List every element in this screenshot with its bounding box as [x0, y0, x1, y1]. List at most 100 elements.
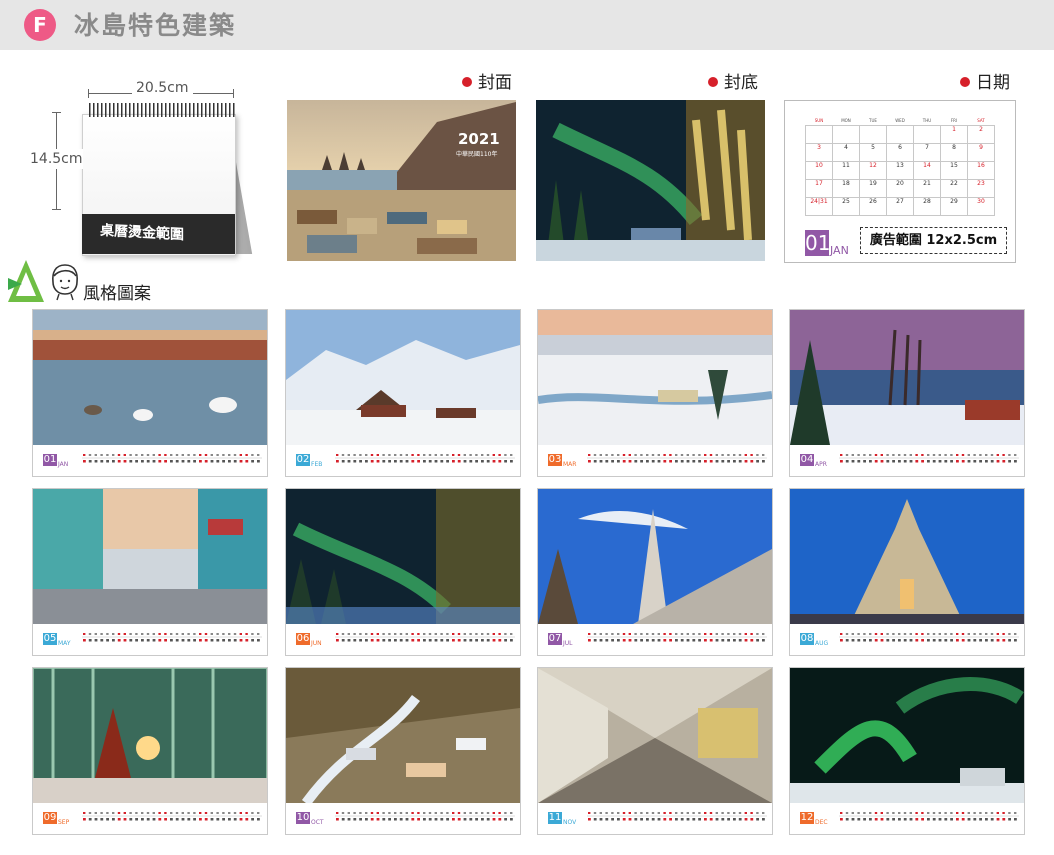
day-tick	[257, 818, 260, 821]
day-cell: 2	[967, 125, 995, 144]
weekday-tick	[686, 633, 689, 635]
day-tick	[961, 460, 965, 463]
weekday-tick	[756, 454, 759, 456]
weekday-tick	[83, 633, 86, 635]
day-tick	[411, 818, 415, 821]
weekday-tick	[251, 633, 254, 635]
weekday-tick	[257, 454, 260, 456]
weekday-tick	[228, 812, 231, 814]
day-tick	[463, 639, 467, 642]
day-cell: 15	[940, 161, 968, 180]
month-name: NOV	[563, 819, 577, 826]
day-tick	[938, 639, 942, 642]
day-tick	[463, 818, 467, 821]
day-tick	[909, 818, 913, 821]
weekday-tick	[1008, 812, 1011, 814]
spiral-binding	[89, 103, 235, 117]
weekday-tick	[967, 812, 970, 814]
day-tick	[376, 639, 380, 642]
day-tick	[950, 460, 953, 463]
weekday-tick	[709, 812, 713, 814]
weekday-tick	[510, 454, 513, 456]
day-tick	[640, 460, 643, 463]
date-grid: SUN MON TUE WED THU FRI SAT 1 2 3 4 5 6 …	[805, 118, 995, 216]
day-tick	[106, 639, 109, 642]
weekday-tick	[588, 454, 591, 456]
weekday-tick	[216, 454, 219, 456]
day-tick	[744, 460, 748, 463]
weekday-tick	[956, 812, 959, 814]
day-tick	[94, 460, 98, 463]
weekday-tick	[117, 812, 121, 814]
day-tick	[1014, 460, 1017, 463]
weekday-tick	[199, 454, 202, 456]
day-tick	[744, 639, 748, 642]
weekday-tick	[692, 633, 695, 635]
day-tick	[181, 639, 185, 642]
day-tick	[94, 818, 98, 821]
day-tick	[359, 818, 362, 821]
weekday-tick	[704, 812, 707, 814]
day-tick	[950, 639, 953, 642]
weekday-tick	[657, 812, 660, 814]
day-tick	[750, 639, 754, 642]
triangle-icon	[8, 260, 44, 302]
week-row: 10 11 12 13 14 15 16	[805, 161, 995, 180]
weekday-tick	[353, 812, 356, 814]
day-tick	[106, 818, 109, 821]
weekday-tick	[394, 633, 397, 635]
day-tick	[347, 639, 351, 642]
weekday-tick	[915, 454, 918, 456]
weekday-tick	[851, 454, 854, 456]
day-tick	[996, 818, 1000, 821]
day-tick	[353, 460, 357, 463]
day-tick	[83, 460, 86, 463]
day-cell: 21	[913, 179, 941, 198]
weekday-tick	[863, 454, 866, 456]
day-tick	[106, 460, 109, 463]
weekday-tick	[903, 454, 907, 456]
weekday-tick	[129, 812, 132, 814]
weekday-tick	[669, 633, 672, 635]
weekday-tick	[851, 812, 854, 814]
day-tick	[498, 818, 502, 821]
day-tick	[370, 460, 374, 463]
weekday-tick	[222, 812, 225, 814]
day-tick	[158, 818, 162, 821]
month-photo	[538, 310, 772, 445]
day-tick	[239, 818, 243, 821]
day-tick	[204, 818, 208, 821]
weekday-tick	[892, 454, 895, 456]
weekday-tick	[117, 633, 121, 635]
weekday-tick	[204, 633, 208, 635]
weekday-tick	[1002, 454, 1005, 456]
weekday-tick	[727, 633, 730, 635]
day-cell: 19	[859, 179, 887, 198]
weekday-tick	[112, 812, 115, 814]
day-tick	[756, 460, 759, 463]
weekday-tick	[721, 633, 724, 635]
weekday-tick	[146, 812, 150, 814]
weekday-tick	[463, 454, 466, 456]
weekday-tick	[117, 454, 121, 456]
weekday-tick	[605, 454, 608, 456]
day-tick	[222, 460, 225, 463]
day-tick	[216, 818, 220, 821]
day-tick	[634, 639, 638, 642]
weekday-tick	[990, 812, 994, 814]
weekday-tick	[141, 633, 144, 635]
day-cell: 12	[859, 161, 887, 180]
weekday-tick	[100, 633, 103, 635]
weekday-tick	[440, 633, 443, 635]
month-number: 08	[800, 633, 814, 645]
weekday-tick	[1014, 454, 1017, 456]
day-tick	[669, 818, 672, 821]
day-tick	[622, 460, 626, 463]
weekday-tick	[141, 454, 144, 456]
weekday-tick	[903, 633, 907, 635]
day-tick	[100, 460, 104, 463]
weekday-tick	[492, 812, 495, 814]
weekday-tick	[452, 812, 455, 814]
weekday-tick	[950, 633, 953, 635]
weekday-tick	[251, 454, 254, 456]
